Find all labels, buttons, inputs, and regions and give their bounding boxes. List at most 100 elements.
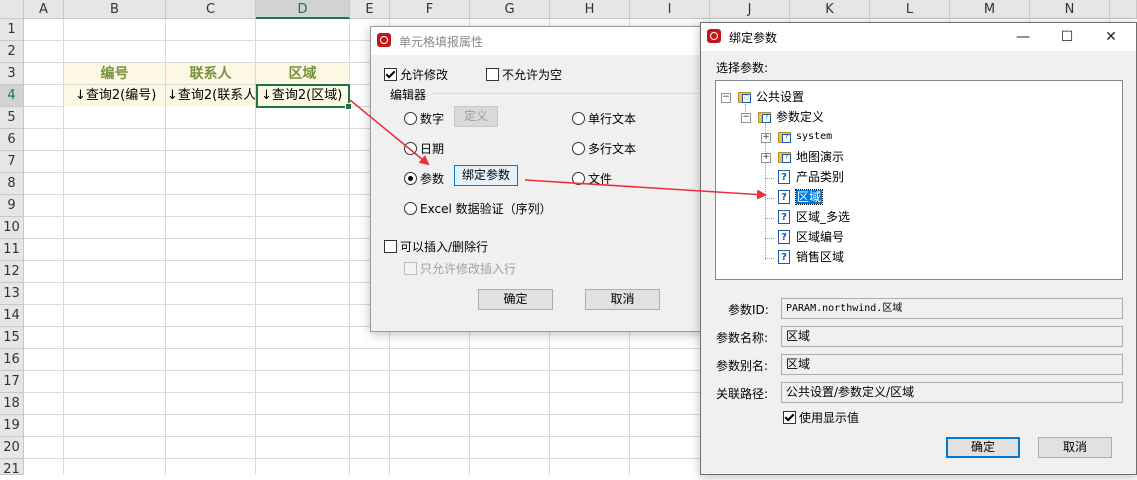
cell-d4-active[interactable]: ↓查询2(区域) <box>256 84 350 108</box>
path-field[interactable]: 公共设置/参数定义/区域 <box>781 382 1123 403</box>
editor-param-label: 参数 <box>420 172 445 186</box>
row-header-14[interactable]: 14 <box>0 305 24 327</box>
tree-node-root[interactable]: 公共设置 <box>756 88 804 106</box>
column-header-h[interactable]: H <box>550 0 630 19</box>
fill-handle[interactable] <box>345 103 352 110</box>
bind-dialog-cancel-button[interactable]: 取消 <box>1038 437 1112 458</box>
column-header-l[interactable]: L <box>870 0 950 19</box>
param-tree[interactable]: − ◌ 公共设置 − ? 参数定义 + ? system + ? 地图演示 ? … <box>715 80 1123 280</box>
tree-node-region-selected[interactable]: 区域 <box>794 188 824 206</box>
row-header-21[interactable]: 21 <box>0 459 24 477</box>
cell-b3[interactable]: 编号 <box>64 63 165 84</box>
row-header-13[interactable]: 13 <box>0 283 24 305</box>
row-header-17[interactable]: 17 <box>0 371 24 393</box>
column-header-m[interactable]: M <box>950 0 1030 19</box>
editor-date-radio[interactable] <box>404 142 417 155</box>
row-header-7[interactable]: 7 <box>0 151 24 173</box>
editor-single-text-radio[interactable] <box>572 112 585 125</box>
row-header-20[interactable]: 20 <box>0 437 24 459</box>
app-logo-icon <box>377 33 391 47</box>
not-allow-empty-checkbox[interactable] <box>486 68 499 81</box>
bind-dialog-titlebar[interactable]: 绑定参数 — ☐ ✕ <box>701 23 1136 51</box>
expand-icon[interactable]: + <box>761 133 771 143</box>
tree-node-region-code[interactable]: 区域编号 <box>796 228 844 246</box>
expand-icon[interactable]: + <box>761 153 771 163</box>
row-header-10[interactable]: 10 <box>0 217 24 239</box>
collapse-icon[interactable]: − <box>721 93 731 103</box>
bind-dialog-title: 绑定参数 <box>729 31 778 45</box>
column-header-j[interactable]: J <box>710 0 790 19</box>
only-allow-insert-checkbox[interactable] <box>404 262 417 275</box>
row-header-19[interactable]: 19 <box>0 415 24 437</box>
param-name-field[interactable]: 区域 <box>781 326 1123 347</box>
column-header-o[interactable] <box>1110 0 1137 19</box>
column-header-a[interactable]: A <box>24 0 64 19</box>
row-header-9[interactable]: 9 <box>0 195 24 217</box>
row-header-15[interactable]: 15 <box>0 327 24 349</box>
row-header-2[interactable]: 2 <box>0 41 24 63</box>
row-header-12[interactable]: 12 <box>0 261 24 283</box>
use-display-value-checkbox[interactable] <box>783 411 796 424</box>
folder-icon: ◌ <box>738 92 751 103</box>
row-header-4[interactable]: 4 <box>0 85 24 107</box>
editor-file-radio[interactable] <box>572 172 585 185</box>
editor-single-text-label: 单行文本 <box>588 112 637 126</box>
row-header-8[interactable]: 8 <box>0 173 24 195</box>
cell-b4[interactable]: ↓查询2(编号) <box>64 85 166 107</box>
minimize-icon[interactable]: — <box>1001 23 1045 51</box>
not-allow-empty-label: 不允许为空 <box>502 68 563 82</box>
tree-node-region-multi[interactable]: 区域_多选 <box>796 208 850 226</box>
editor-excel-radio[interactable] <box>404 202 417 215</box>
tree-node-product-category[interactable]: 产品类别 <box>796 168 844 186</box>
param-folder-icon: ? <box>758 112 771 123</box>
tree-node-system[interactable]: system <box>796 128 832 146</box>
row-header-16[interactable]: 16 <box>0 349 24 371</box>
param-folder-icon: ? <box>778 152 791 163</box>
allow-modify-checkbox[interactable] <box>384 68 397 81</box>
column-header-g[interactable]: G <box>470 0 550 19</box>
cell-dialog-ok-button[interactable]: 确定 <box>478 289 553 310</box>
cell-d3[interactable]: 区域 <box>256 63 349 84</box>
row-header-5[interactable]: 5 <box>0 107 24 129</box>
column-header-e[interactable]: E <box>350 0 390 19</box>
column-header-i[interactable]: I <box>630 0 710 19</box>
editor-date-label: 日期 <box>420 142 445 156</box>
cell-c4[interactable]: ↓查询2(联系人) <box>166 85 256 107</box>
cell-dialog-titlebar[interactable]: 单元格填报属性 <box>371 27 709 55</box>
row-header-6[interactable]: 6 <box>0 129 24 151</box>
editor-param-radio[interactable] <box>404 172 417 185</box>
editor-excel-label: Excel 数据验证（序列） <box>420 202 552 216</box>
column-header-f[interactable]: F <box>390 0 470 19</box>
bind-dialog-ok-button[interactable]: 确定 <box>946 437 1020 458</box>
column-header-b[interactable]: B <box>64 0 166 19</box>
define-button[interactable]: 定义 <box>454 106 498 127</box>
row-header-1[interactable]: 1 <box>0 19 24 41</box>
param-id-label: 参数ID: <box>728 303 769 317</box>
tree-node-sales-region[interactable]: 销售区域 <box>796 248 844 266</box>
allow-modify-label: 允许修改 <box>400 68 449 82</box>
maximize-icon[interactable]: ☐ <box>1045 23 1089 51</box>
param-alias-field[interactable]: 区域 <box>781 354 1123 375</box>
cell-dialog-cancel-button[interactable]: 取消 <box>585 289 660 310</box>
param-id-field[interactable]: PARAM.northwind.区域 <box>781 298 1123 319</box>
can-insert-delete-checkbox[interactable] <box>384 240 397 253</box>
row-header-11[interactable]: 11 <box>0 239 24 261</box>
bind-param-button[interactable]: 绑定参数 <box>454 165 518 186</box>
row-header-3[interactable]: 3 <box>0 63 24 85</box>
tree-node-param-def[interactable]: 参数定义 <box>776 108 824 126</box>
cell-dialog-title: 单元格填报属性 <box>399 35 484 49</box>
column-header-k[interactable]: K <box>790 0 870 19</box>
close-icon[interactable]: ✕ <box>1089 23 1133 51</box>
only-allow-insert-label: 只允许修改插入行 <box>420 262 517 276</box>
column-header-c[interactable]: C <box>166 0 256 19</box>
column-header-d[interactable]: D <box>256 0 350 19</box>
editor-number-radio[interactable] <box>404 112 417 125</box>
tree-node-map-demo[interactable]: 地图演示 <box>796 148 844 166</box>
cell-c3[interactable]: 联系人 <box>166 63 255 84</box>
editor-multi-text-radio[interactable] <box>572 142 585 155</box>
use-display-value-label: 使用显示值 <box>799 411 860 425</box>
collapse-icon[interactable]: − <box>741 113 751 123</box>
column-header-n[interactable]: N <box>1030 0 1110 19</box>
row-header-18[interactable]: 18 <box>0 393 24 415</box>
select-all-corner[interactable] <box>0 0 24 19</box>
